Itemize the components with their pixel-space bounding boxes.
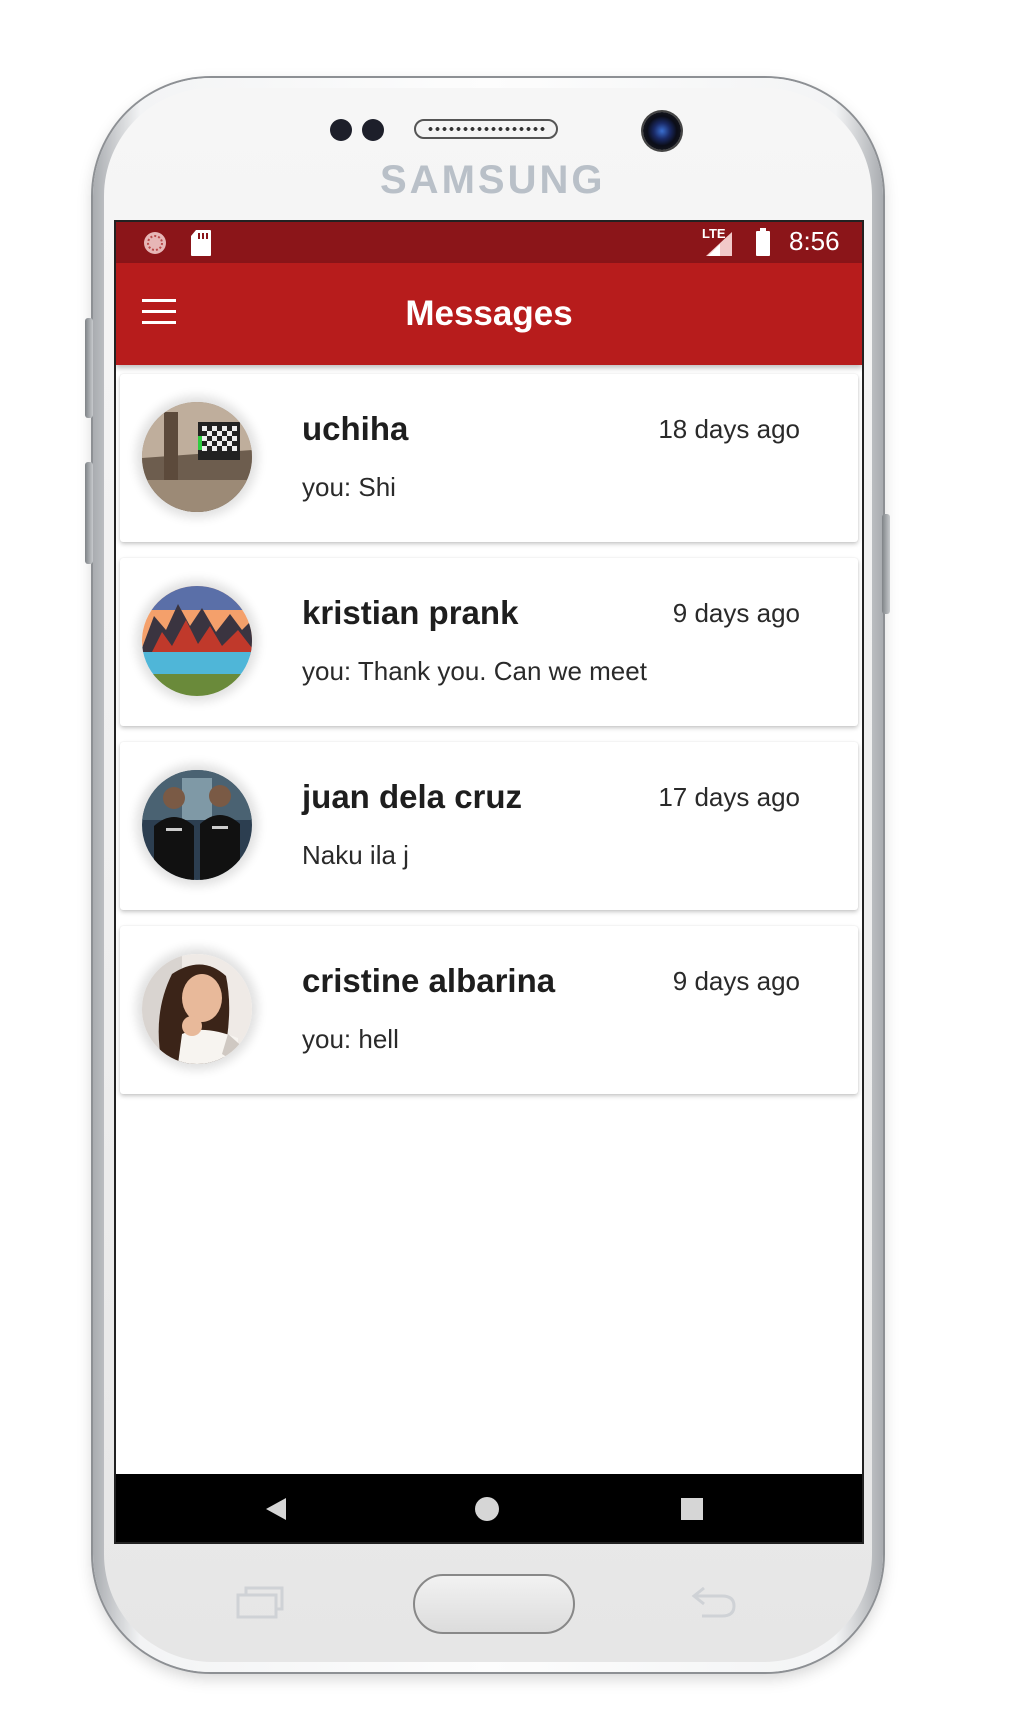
contact-name: uchiha <box>302 410 409 447</box>
volume-up-button[interactable] <box>85 318 93 418</box>
conversation-item[interactable]: kristian prank 9 days ago you: Thank you… <box>120 558 858 726</box>
battery-icon <box>756 228 770 256</box>
home-key[interactable] <box>413 1574 575 1634</box>
recent-apps-key[interactable] <box>236 1585 284 1619</box>
message-preview: you: Thank you. Can we meet <box>302 656 647 686</box>
message-preview: Naku ila j <box>302 840 409 870</box>
contact-name: kristian prank <box>302 594 519 631</box>
message-preview: you: hell <box>302 1024 399 1054</box>
front-camera <box>643 112 681 150</box>
screen: LTE 8:56 Messages uchiha 18 days ago you… <box>116 222 862 1542</box>
message-time: 18 days ago <box>658 414 800 444</box>
avatar <box>142 954 252 1064</box>
avatar <box>142 402 252 512</box>
signal-icon <box>706 232 732 256</box>
message-time: 9 days ago <box>672 598 800 628</box>
earpiece-speaker <box>414 119 558 139</box>
app-bar: Messages <box>116 263 862 365</box>
message-time: 17 days ago <box>658 782 800 812</box>
navigation-bar <box>116 1474 862 1542</box>
avatar <box>142 586 252 696</box>
page-title: Messages <box>405 294 573 333</box>
status-bar: LTE 8:56 <box>116 222 862 263</box>
sd-card-icon <box>191 230 211 256</box>
conversation-item[interactable]: cristine albarina 9 days ago you: hell <box>120 926 858 1094</box>
message-preview: you: Shi <box>302 472 396 502</box>
back-key[interactable] <box>690 1584 738 1620</box>
message-time: 9 days ago <box>672 966 800 996</box>
contact-name: cristine albarina <box>302 962 556 999</box>
conversation-item[interactable]: uchiha 18 days ago you: Shi <box>120 374 858 542</box>
status-time: 8:56 <box>789 226 840 256</box>
back-icon[interactable] <box>264 1497 288 1521</box>
recents-icon[interactable] <box>680 1497 704 1521</box>
light-sensor <box>362 119 384 141</box>
proximity-sensor <box>330 119 352 141</box>
notification-icon <box>144 232 166 254</box>
power-button[interactable] <box>882 514 890 614</box>
home-icon[interactable] <box>474 1496 500 1522</box>
avatar <box>142 770 252 880</box>
brand-logo: SAMSUNG <box>380 158 606 202</box>
contact-name: juan dela cruz <box>302 778 523 815</box>
volume-down-button[interactable] <box>85 462 93 564</box>
conversation-item[interactable]: juan dela cruz 17 days ago Naku ila j <box>120 742 858 910</box>
